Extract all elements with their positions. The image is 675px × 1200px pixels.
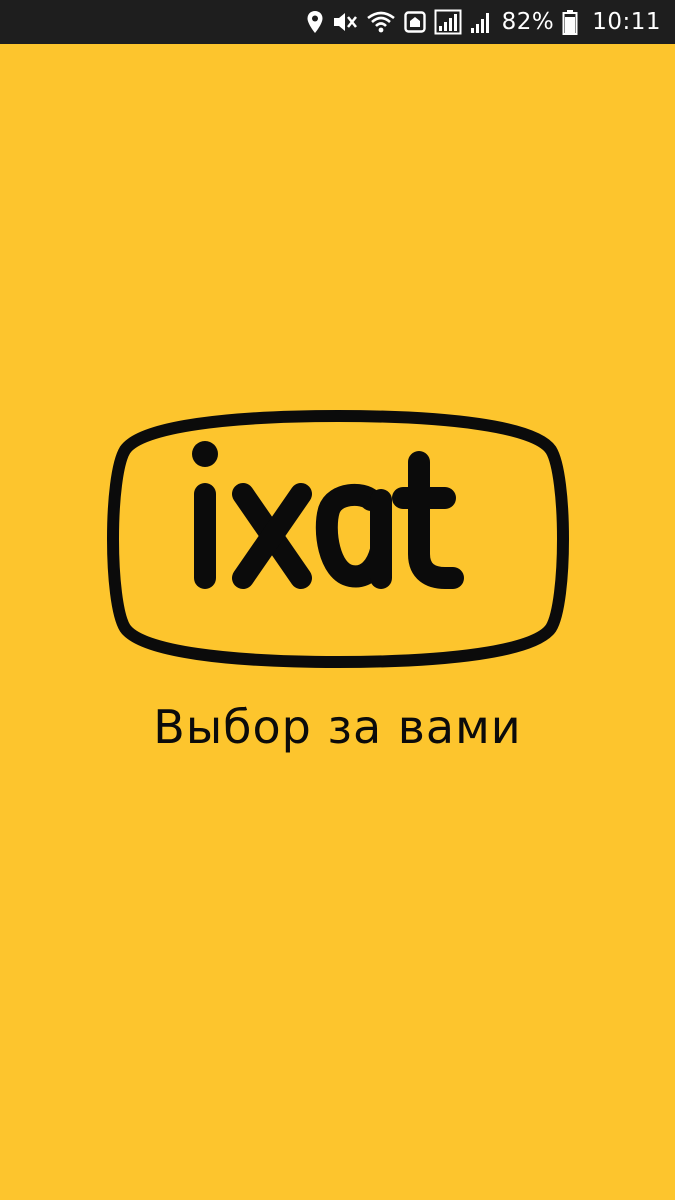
- status-clock: 10:11: [592, 9, 661, 35]
- battery-icon: [562, 9, 578, 35]
- logo-wordmark: [194, 451, 464, 589]
- signal-icon: [434, 9, 462, 35]
- brand-logo: [107, 410, 569, 668]
- splash-screen: 82% 10:11 Выбор за вами: [0, 0, 675, 1200]
- signal-icon-2: [470, 10, 492, 34]
- location-icon: [306, 10, 324, 34]
- sim-icon: [403, 10, 426, 34]
- battery-percent: 82%: [501, 9, 555, 35]
- status-bar: 82% 10:11: [0, 0, 675, 44]
- slogan-text: Выбор за вами: [153, 700, 522, 754]
- wifi-icon: [366, 10, 396, 34]
- mute-icon: [332, 10, 358, 34]
